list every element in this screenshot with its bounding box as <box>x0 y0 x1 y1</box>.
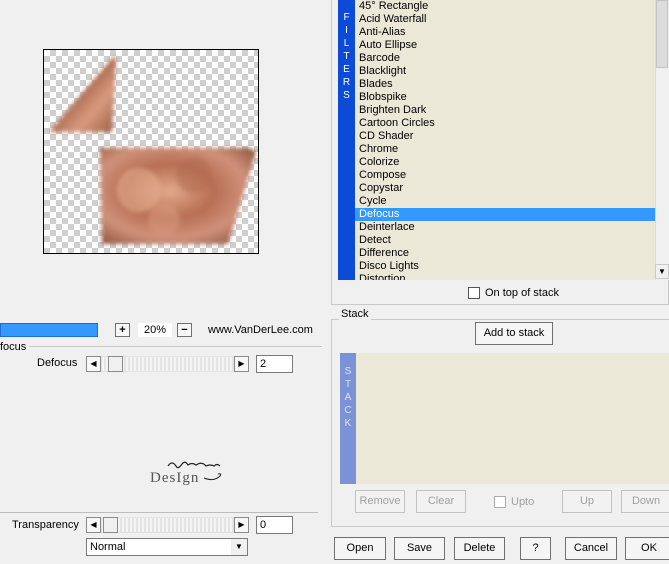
filters-strip-letter: E <box>343 64 350 75</box>
stack-title: Stack <box>339 308 371 320</box>
filter-list-item[interactable]: Blades <box>355 78 655 91</box>
filter-list-item[interactable]: Copystar <box>355 182 655 195</box>
filter-list-item[interactable]: Acid Waterfall <box>355 13 655 26</box>
ok-button[interactable]: OK <box>625 537 669 560</box>
filter-list-item[interactable]: 45° Rectangle <box>355 0 655 13</box>
defocus-value-input[interactable]: 2 <box>256 355 293 373</box>
save-button[interactable]: Save <box>394 537 445 560</box>
filters-strip-letter: I <box>345 25 348 36</box>
transparency-label: Transparency <box>12 519 79 531</box>
defocus-increase-button[interactable]: ▶ <box>234 356 249 372</box>
stack-strip-letter: S <box>344 366 352 377</box>
svg-text:DesIgn: DesIgn <box>150 470 199 486</box>
filters-strip-letter: T <box>343 51 350 62</box>
filter-list-item[interactable]: Blacklight <box>355 65 655 78</box>
up-button[interactable]: Up <box>562 490 612 513</box>
stack-strip-letter: A <box>344 392 352 403</box>
upto-label: Upto <box>511 496 535 508</box>
zoom-out-button[interactable]: − <box>177 323 192 337</box>
filters-strip-letter: R <box>342 77 351 88</box>
upto-checkbox[interactable] <box>494 496 506 508</box>
filter-list-item[interactable]: Deinterlace <box>355 221 655 234</box>
filter-list-item[interactable]: Barcode <box>355 52 655 65</box>
chevron-down-icon[interactable]: ▼ <box>231 539 247 555</box>
filter-list-item[interactable]: CD Shader <box>355 130 655 143</box>
panel-bottom-divider <box>0 512 318 513</box>
designer-logo: DesIgn <box>148 460 238 490</box>
filter-list-item[interactable]: Chrome <box>355 143 655 156</box>
filter-list-item[interactable]: Auto Ellipse <box>355 39 655 52</box>
filter-list-item[interactable]: Anti-Alias <box>355 26 655 39</box>
transparency-value-input[interactable]: 0 <box>256 516 293 534</box>
progress-bar <box>0 323 98 337</box>
down-button[interactable]: Down <box>621 490 669 513</box>
filters-strip-letter: F <box>343 12 350 23</box>
blend-mode-value: Normal <box>90 541 126 553</box>
defocus-label: Defocus <box>37 357 78 369</box>
zoom-in-button[interactable]: + <box>115 323 130 337</box>
transparency-decrease-button[interactable]: ◀ <box>86 517 101 533</box>
filter-list-item[interactable]: Cycle <box>355 195 655 208</box>
stack-list[interactable] <box>356 353 669 484</box>
stack-strip: S T A C K <box>340 353 356 484</box>
filter-list-item[interactable]: Distortion <box>355 273 655 280</box>
defocus-slider-thumb[interactable] <box>108 356 123 372</box>
filter-list-item[interactable]: Cartoon Circles <box>355 117 655 130</box>
filter-list-item[interactable]: Compose <box>355 169 655 182</box>
panel-divider <box>0 346 322 347</box>
stack-strip-letter: K <box>344 418 352 429</box>
defocus-decrease-button[interactable]: ◀ <box>86 356 101 372</box>
filter-list-item[interactable]: Blobspike <box>355 91 655 104</box>
remove-button[interactable]: Remove <box>355 490 405 513</box>
on-top-of-stack-checkbox[interactable] <box>468 287 480 299</box>
filter-list-item[interactable]: Detect <box>355 234 655 247</box>
scroll-down-button[interactable]: ▼ <box>655 264 669 279</box>
clear-button[interactable]: Clear <box>416 490 466 513</box>
blend-mode-select[interactable]: Normal ▼ <box>86 538 248 556</box>
cancel-button[interactable]: Cancel <box>565 537 617 560</box>
filter-list-item[interactable]: Colorize <box>355 156 655 169</box>
filters-strip-letter: L <box>343 38 350 49</box>
panel-title: focus <box>0 341 30 353</box>
filters-list[interactable]: 45° Rectangle Acid Waterfall Anti-Alias Aut… <box>355 0 655 280</box>
transparency-slider-track[interactable] <box>101 517 234 533</box>
stack-strip-letter: T <box>344 379 352 390</box>
transparency-slider-thumb[interactable] <box>103 517 118 533</box>
preview-canvas[interactable] <box>43 49 259 254</box>
filters-strip: F I L T E R S <box>338 0 355 280</box>
stack-strip-letter: C <box>344 405 352 416</box>
help-button[interactable]: ? <box>520 537 551 560</box>
transparency-increase-button[interactable]: ▶ <box>234 517 249 533</box>
filter-list-item[interactable]: Defocus <box>355 208 655 221</box>
filter-list-item[interactable]: Brighten Dark <box>355 104 655 117</box>
filters-strip-letter: S <box>343 90 350 101</box>
filter-list-item[interactable]: Difference <box>355 247 655 260</box>
website-link[interactable]: www.VanDerLee.com <box>208 324 313 336</box>
filters-scroll-thumb[interactable] <box>656 0 668 68</box>
filter-list-item[interactable]: Disco Lights <box>355 260 655 273</box>
on-top-of-stack-label: On top of stack <box>485 287 559 299</box>
open-button[interactable]: Open <box>334 537 386 560</box>
zoom-level: 20% <box>138 323 172 337</box>
delete-button[interactable]: Delete <box>454 537 505 560</box>
preview-image <box>49 56 256 244</box>
add-to-stack-button[interactable]: Add to stack <box>475 322 553 345</box>
